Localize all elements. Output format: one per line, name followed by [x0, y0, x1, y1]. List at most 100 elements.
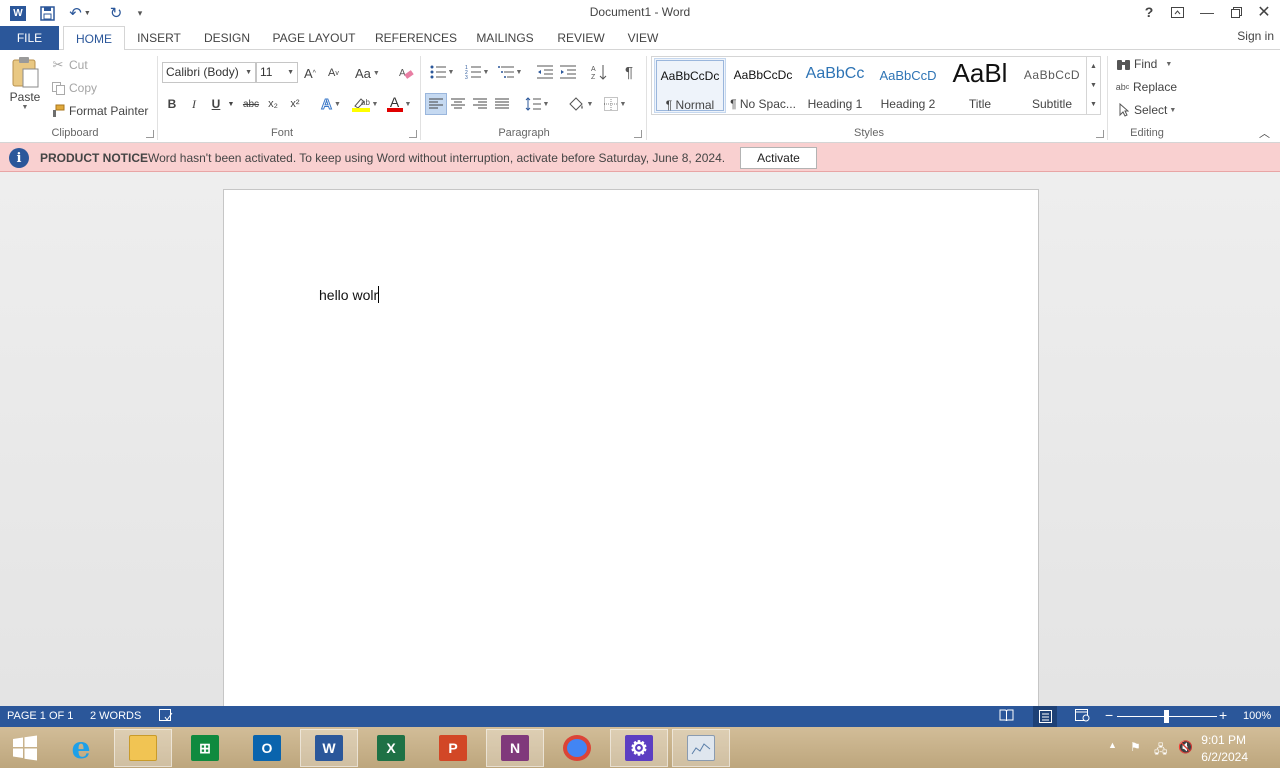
- cut-button[interactable]: ✂ Cut: [50, 55, 88, 75]
- taskbar-onenote[interactable]: N: [486, 729, 544, 767]
- taskbar-internet-explorer[interactable]: e: [52, 729, 110, 767]
- taskbar-word[interactable]: W: [300, 729, 358, 767]
- shading-button[interactable]: ▼: [564, 94, 596, 114]
- word-app-icon[interactable]: W: [7, 2, 29, 24]
- style-heading-1[interactable]: AaBbCc Heading 1: [799, 58, 871, 113]
- paragraph-dialog-launcher[interactable]: [634, 130, 642, 138]
- print-layout-icon[interactable]: [1033, 706, 1057, 727]
- save-icon[interactable]: [36, 2, 58, 24]
- font-color-button[interactable]: A ▼: [383, 94, 415, 114]
- taskbar-powerpoint[interactable]: P: [424, 729, 482, 767]
- justify-button[interactable]: [492, 94, 512, 114]
- action-center-flag-icon[interactable]: ⚑: [1130, 740, 1141, 754]
- close-icon[interactable]: ✕: [1252, 2, 1276, 22]
- find-button[interactable]: Find ▼: [1115, 54, 1172, 74]
- multilevel-list-button[interactable]: ▼: [496, 62, 524, 82]
- restore-icon[interactable]: [1224, 2, 1248, 22]
- tab-mailings[interactable]: MAILINGS: [470, 26, 540, 50]
- sign-in-link[interactable]: Sign in: [1237, 26, 1274, 46]
- styles-scroll-up-icon[interactable]: ▲: [1086, 57, 1100, 76]
- underline-dropdown[interactable]: ▼: [226, 94, 236, 114]
- style-normal[interactable]: AaBbCcDc ¶ Normal: [654, 58, 726, 113]
- font-name-select[interactable]: Calibri (Body) ▼: [162, 62, 256, 83]
- sort-button[interactable]: AZ: [589, 62, 609, 82]
- bold-button[interactable]: B: [164, 94, 180, 114]
- replace-button[interactable]: ab c Replace: [1114, 77, 1177, 97]
- highlight-color-button[interactable]: ab ▼: [349, 94, 381, 114]
- align-center-button[interactable]: [448, 94, 468, 114]
- style-subtitle[interactable]: AaBbCcD Subtitle: [1016, 58, 1088, 113]
- style-no-spacing[interactable]: AaBbCcDc ¶ No Spac...: [727, 58, 799, 113]
- read-mode-icon[interactable]: [999, 709, 1014, 725]
- web-layout-icon[interactable]: [1075, 709, 1090, 725]
- grow-font-button[interactable]: A ^: [304, 63, 316, 83]
- volume-muted-icon[interactable]: 🔇: [1178, 740, 1193, 754]
- style-title[interactable]: AaBl Title: [944, 58, 1016, 113]
- tab-view[interactable]: VIEW: [622, 26, 664, 50]
- taskbar-settings[interactable]: ⚙: [610, 729, 668, 767]
- increase-indent-button[interactable]: [558, 62, 578, 82]
- strikethrough-button[interactable]: abc: [240, 94, 262, 114]
- network-icon[interactable]: 🖧: [1154, 740, 1167, 761]
- shrink-font-button[interactable]: Av: [328, 63, 339, 83]
- borders-button[interactable]: ▼: [599, 94, 631, 114]
- change-case-button[interactable]: Aa ▼: [355, 63, 380, 83]
- customize-qat-icon[interactable]: ▾: [133, 2, 147, 24]
- taskbar-excel[interactable]: X: [362, 729, 420, 767]
- align-right-button[interactable]: [470, 94, 490, 114]
- decrease-indent-button[interactable]: [535, 62, 555, 82]
- font-dialog-launcher[interactable]: [409, 130, 417, 138]
- taskbar-outlook[interactable]: O: [238, 729, 296, 767]
- tab-file[interactable]: FILE: [0, 26, 59, 50]
- text-effects-button[interactable]: A ▼: [316, 94, 346, 114]
- help-icon[interactable]: ?: [1137, 2, 1161, 22]
- subscript-button[interactable]: x₂: [264, 94, 282, 114]
- clock-time[interactable]: 9:01 PM: [1201, 733, 1246, 747]
- tab-review[interactable]: REVIEW: [552, 26, 610, 50]
- line-spacing-button[interactable]: ▼: [522, 94, 552, 114]
- zoom-out-button[interactable]: −: [1105, 707, 1113, 723]
- page-count[interactable]: PAGE 1 OF 1: [7, 710, 73, 722]
- format-painter-button[interactable]: Format Painter: [50, 101, 148, 121]
- style-heading-2[interactable]: AaBbCcD Heading 2: [872, 58, 944, 113]
- show-hidden-icons[interactable]: ▲: [1108, 740, 1117, 750]
- document-page[interactable]: hello wolr: [223, 189, 1039, 719]
- tab-insert[interactable]: INSERT: [131, 26, 187, 50]
- tab-design[interactable]: DESIGN: [198, 26, 256, 50]
- taskbar-resource-monitor[interactable]: [672, 729, 730, 767]
- document-body[interactable]: hello wolr: [319, 286, 380, 303]
- copy-button[interactable]: Copy: [50, 78, 97, 98]
- tab-page-layout[interactable]: PAGE LAYOUT: [268, 26, 360, 50]
- activate-button[interactable]: Activate: [740, 147, 817, 169]
- redo-icon[interactable]: ↻: [105, 2, 127, 24]
- clear-formatting-button[interactable]: A: [398, 63, 414, 83]
- taskbar-file-explorer[interactable]: [114, 729, 172, 767]
- start-button[interactable]: [0, 729, 50, 767]
- zoom-level[interactable]: 100%: [1243, 710, 1271, 722]
- align-left-button[interactable]: [425, 93, 447, 115]
- zoom-in-button[interactable]: +: [1219, 707, 1227, 723]
- taskbar-store[interactable]: ⊞: [176, 729, 234, 767]
- bullets-button[interactable]: ▼: [426, 62, 458, 82]
- font-size-select[interactable]: 11 ▼: [256, 62, 298, 83]
- tab-references[interactable]: REFERENCES: [374, 26, 458, 50]
- collapse-ribbon-icon[interactable]: ︿: [1259, 126, 1270, 140]
- minimize-icon[interactable]: —: [1195, 2, 1219, 22]
- clipboard-dialog-launcher[interactable]: [146, 130, 154, 138]
- zoom-slider-thumb[interactable]: [1164, 710, 1169, 723]
- tab-home[interactable]: HOME: [63, 26, 125, 51]
- superscript-button[interactable]: x²: [286, 94, 304, 114]
- ribbon-display-options-icon[interactable]: [1165, 2, 1189, 22]
- underline-button[interactable]: U: [208, 94, 224, 114]
- paste-button[interactable]: Paste ▼: [6, 56, 44, 122]
- taskbar-chrome[interactable]: [548, 729, 606, 767]
- show-hide-marks-button[interactable]: ¶: [620, 62, 638, 82]
- undo-icon[interactable]: ↶ ▼: [65, 2, 95, 24]
- select-button[interactable]: Select ▼: [1117, 100, 1176, 120]
- word-count[interactable]: 2 WORDS: [90, 710, 141, 722]
- styles-scroll-down-icon[interactable]: ▼: [1086, 76, 1100, 95]
- styles-dialog-launcher[interactable]: [1096, 130, 1104, 138]
- styles-more-icon[interactable]: ▼: [1086, 95, 1100, 114]
- proofing-icon[interactable]: [159, 709, 173, 726]
- clock-date[interactable]: 6/2/2024: [1201, 750, 1248, 764]
